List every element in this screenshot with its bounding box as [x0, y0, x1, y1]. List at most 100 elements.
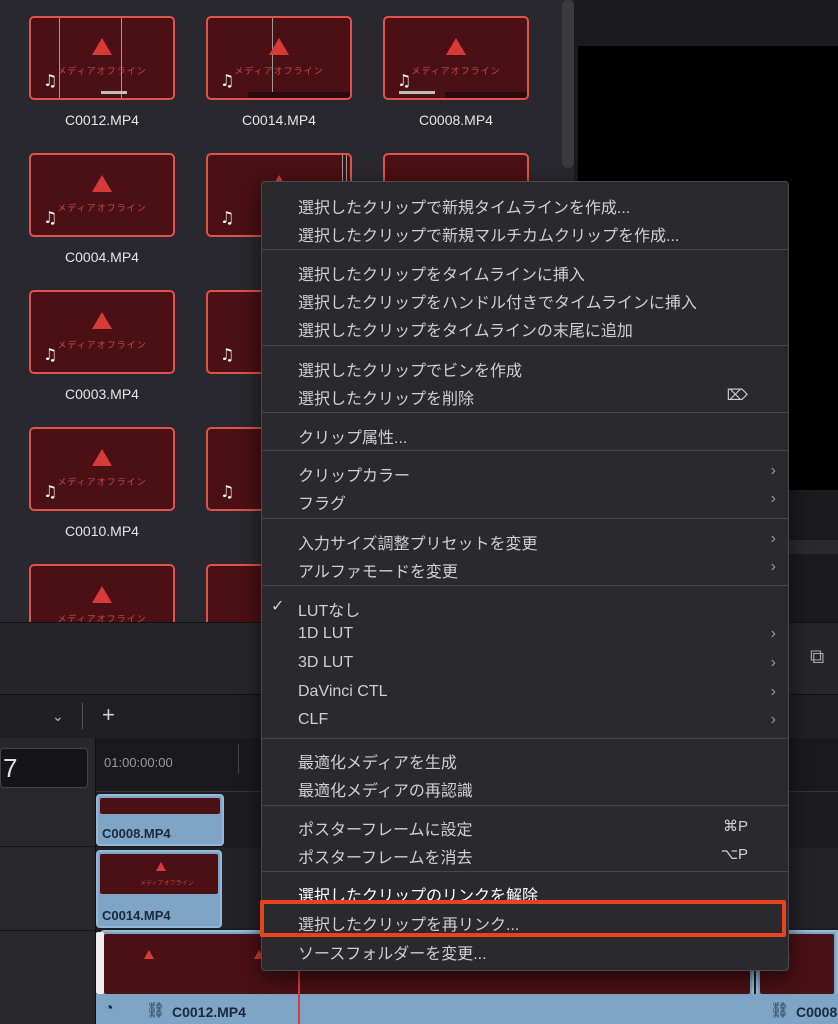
clip-trim-handle[interactable] — [96, 932, 104, 994]
add-timeline-button[interactable]: + — [102, 702, 115, 728]
warning-icon — [269, 38, 289, 55]
menu-item-label: フラグ — [298, 496, 347, 513]
menu-item-flag[interactable]: フラグ › — [262, 485, 788, 513]
clip-thumbnail-strip — [100, 798, 220, 814]
clip-thumbnail[interactable]: メディアオフライン ♫ — [29, 427, 175, 511]
menu-item-clip-attributes[interactable]: クリップ属性... — [262, 419, 788, 447]
menu-item-change-source-folder[interactable]: ソースフォルダーを変更... — [262, 935, 788, 963]
warning-icon — [92, 38, 112, 55]
audio-note-icon: ♫ — [43, 345, 58, 364]
audio-waveform — [445, 92, 527, 98]
clip-thumbnail[interactable]: メディアオフライン ♫ — [206, 16, 352, 100]
menu-item-label: ポスターフレームに設定 — [298, 822, 473, 839]
menu-item-label: ポスターフレームを消去 — [298, 850, 473, 867]
clip-name: C0012.MP4 — [65, 112, 139, 128]
warning-icon — [92, 586, 112, 603]
menu-separator — [262, 585, 788, 586]
scrub-line — [272, 18, 273, 98]
clip-thumbnail[interactable]: メディアオフライン ♫ — [383, 16, 529, 100]
timeline-clip[interactable]: C0008.MP4 — [96, 794, 224, 846]
menu-shortcut: ⌥P — [720, 846, 748, 863]
menu-item-new-multicam[interactable]: 選択したクリップで新規マルチカムクリップを作成... — [262, 217, 788, 245]
link-icon: ⛓ — [146, 1002, 166, 1019]
audio-note-icon: ♫ — [220, 345, 235, 364]
menu-separator — [262, 249, 788, 250]
menu-separator — [262, 738, 788, 739]
scrub-line — [121, 18, 122, 98]
menu-item-label: 最適化メディアを生成 — [298, 755, 457, 772]
audio-note-icon: ♫ — [220, 208, 235, 227]
menu-separator — [262, 450, 788, 451]
clip-thumbnail-card[interactable]: メディアオフライン ♫ C0008.MP4 — [383, 16, 529, 128]
warning-icon — [446, 38, 466, 55]
menu-item-label: 選択したクリップを削除 — [298, 391, 475, 408]
menu-item-label: 選択したクリップをタイムラインに挿入 — [298, 267, 585, 284]
menu-item-clear-poster-frame[interactable]: ポスターフレームを消去 ⌥P — [262, 839, 788, 867]
clip-thumbnail-card[interactable]: メディアオフライン ♫ C0003.MP4 — [29, 290, 175, 402]
warning-icon — [92, 449, 112, 466]
menu-separator — [262, 805, 788, 806]
menu-item-delete-clips[interactable]: 選択したクリップを削除 ⌦ — [262, 380, 788, 408]
menu-item-alpha-mode[interactable]: アルファモードを変更 › — [262, 553, 788, 581]
menu-item-3d-lut[interactable]: 3D LUT › — [262, 649, 788, 677]
menu-item-label: CLF — [298, 711, 329, 728]
clip-name: C0014.MP4 — [242, 112, 316, 128]
menu-item-no-lut[interactable]: ✓ LUTなし — [262, 592, 788, 620]
track-divider — [0, 846, 96, 847]
timeline-clip-label: C0008.MP4 — [102, 826, 171, 841]
chevron-right-icon: › — [770, 711, 776, 728]
menu-separator — [262, 871, 788, 872]
menu-item-label: 最適化メディアの再認識 — [298, 783, 473, 800]
menu-item-label: LUTなし — [298, 603, 361, 620]
menu-item-label: 3D LUT — [298, 654, 354, 671]
track-divider — [0, 930, 96, 931]
audio-note-icon: ♫ — [43, 71, 58, 90]
clip-thumbnail[interactable]: メディアオフライン ♫ — [29, 16, 175, 100]
menu-shortcut: ⌘P — [722, 818, 748, 835]
menu-item-davinci-ctl[interactable]: DaVinci CTL › — [262, 678, 788, 706]
menu-item-generate-optimized[interactable]: 最適化メディアを生成 — [262, 744, 788, 772]
warning-icon — [92, 312, 112, 329]
clip-thumbnail-card[interactable]: メディアオフライン ♫ C0014.MP4 — [206, 16, 352, 128]
menu-item-label: アルファモードを変更 — [298, 564, 458, 581]
offline-label: メディアオフライン — [140, 881, 194, 887]
clip-thumbnail-card[interactable]: メディアオフライン — [29, 564, 175, 622]
timeline-clip-label: C0008 — [796, 1004, 838, 1020]
clip-thumbnail-card[interactable]: メディアオフライン ♫ C0012.MP4 — [29, 16, 175, 128]
menu-item-label: 選択したクリップで新規マルチカムクリップを作成... — [298, 228, 680, 245]
menu-item-clf[interactable]: CLF › — [262, 706, 788, 734]
audio-note-icon: ♫ — [220, 482, 235, 501]
menu-item-new-timeline[interactable]: 選択したクリップで新規タイムラインを作成... — [262, 189, 788, 217]
clip-thumbnail[interactable]: メディアオフライン ♫ — [29, 290, 175, 374]
timecode-display[interactable]: 7 — [0, 748, 88, 788]
ruler-tick — [238, 744, 239, 774]
clip-name: C0003.MP4 — [65, 386, 139, 402]
audio-note-icon: ♫ — [43, 208, 58, 227]
menu-item-sizing-preset[interactable]: 入力サイズ調整プリセットを変更 › — [262, 525, 788, 553]
menu-item-create-bin[interactable]: 選択したクリップでビンを作成 — [262, 352, 788, 380]
timeline-clip-label: C0012.MP4 — [172, 1004, 246, 1020]
media-pool-scrollbar[interactable] — [562, 0, 574, 168]
multicam-icon[interactable]: ⧉ — [810, 646, 838, 676]
timeline-clip[interactable]: メディアオフライン C0014.MP4 — [96, 850, 222, 928]
clip-thumbnail-card[interactable]: メディアオフライン ♫ C0010.MP4 — [29, 427, 175, 539]
menu-item-append-timeline[interactable]: 選択したクリップをタイムラインの末尾に追加 — [262, 312, 788, 340]
audio-note-icon: ♫ — [220, 71, 235, 90]
menu-separator — [262, 345, 788, 346]
menu-item-rescan-optimized[interactable]: 最適化メディアの再認識 — [262, 772, 788, 800]
scrub-line — [59, 18, 60, 98]
menu-item-1d-lut[interactable]: 1D LUT › — [262, 620, 788, 648]
menu-item-clip-color[interactable]: クリップカラー › — [262, 457, 788, 485]
chevron-down-icon[interactable]: ⌄ — [52, 708, 64, 725]
clip-thumbnail-card[interactable]: メディアオフライン ♫ C0004.MP4 — [29, 153, 175, 265]
menu-item-insert-with-handles[interactable]: 選択したクリップをハンドル付きでタイムラインに挿入 — [262, 284, 788, 312]
menu-item-insert-timeline[interactable]: 選択したクリップをタイムラインに挿入 — [262, 256, 788, 284]
warning-icon — [156, 862, 166, 871]
menu-item-label: 選択したクリップでビンを作成 — [298, 363, 523, 380]
clip-thumbnail[interactable]: メディアオフライン — [29, 564, 175, 622]
menu-separator — [262, 412, 788, 413]
clip-thumbnail[interactable]: メディアオフライン ♫ — [29, 153, 175, 237]
chevron-right-icon: › — [770, 625, 776, 642]
menu-item-set-poster-frame[interactable]: ポスターフレームに設定 ⌘P — [262, 811, 788, 839]
audio-note-icon: ♫ — [43, 482, 58, 501]
